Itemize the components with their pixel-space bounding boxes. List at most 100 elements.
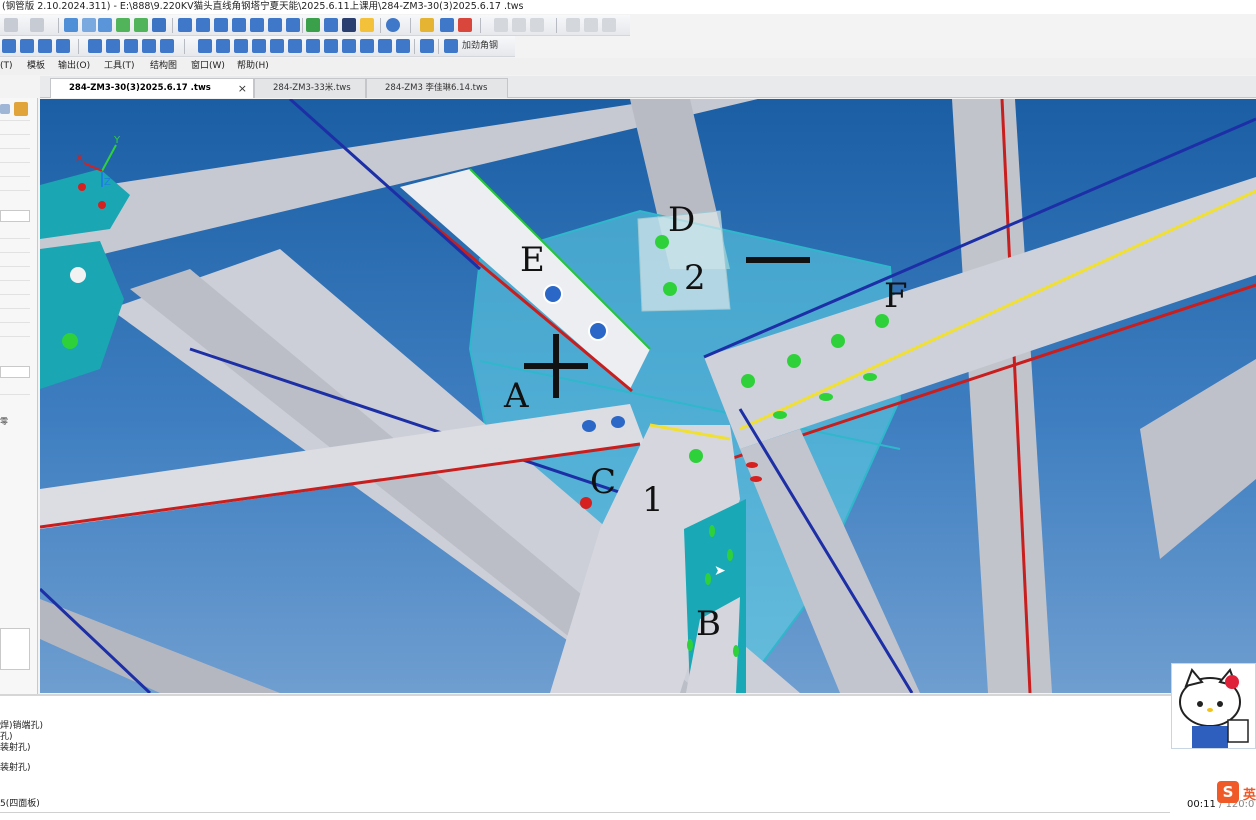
help-icon[interactable] [386,18,400,32]
output-panel: 焊)销端孔) 孔) 装射孔) 装射孔) 5(四面板) 00:11 / 120:0 [0,694,1256,820]
nav-first-icon[interactable] [494,18,508,32]
top-view-icon[interactable] [250,18,264,32]
layer-icon[interactable] [420,18,434,32]
shape-4-icon[interactable] [252,39,266,53]
axis-z-label: Z [104,177,111,188]
pencil-icon[interactable] [2,39,16,53]
minus-sign-mark [746,257,810,263]
left-joint-plate [40,241,124,389]
tab-284-zm3-lijialin[interactable]: 284-ZM3 李佳琳6.14.tws [366,78,508,98]
shape-7-icon[interactable] [306,39,320,53]
shape-1-icon[interactable] [198,39,212,53]
nav-next-icon[interactable] [530,18,544,32]
shape-3-icon[interactable] [234,39,248,53]
nav-prev-icon[interactable] [512,18,526,32]
tab-label: 284-ZM3-33米.tws [273,83,351,93]
shape-10-icon[interactable] [360,39,374,53]
shape-9-icon[interactable] [342,39,356,53]
rotate-icon[interactable] [134,18,148,32]
modeling-toolbar: 加劲角钢 [0,36,515,57]
axis-y-label: Y [114,135,121,146]
render-wire-icon[interactable] [324,18,338,32]
mouse-cursor-icon: ➤ [714,563,726,579]
status-view-mode: 5(四面板) [0,799,40,809]
shape-5-icon[interactable] [270,39,284,53]
output-line: 装射孔) [0,743,31,753]
extend-icon[interactable] [142,39,156,53]
shape-2-icon[interactable] [216,39,230,53]
zoom-window-icon[interactable] [82,18,96,32]
side-view-icon[interactable] [232,18,246,32]
menu-bar: (T) 模板 输出(O) 工具(T) 结构图 窗口(W) 帮助(H) [0,58,1256,75]
annotation-c: C [590,462,617,502]
zoom-icon[interactable] [98,18,112,32]
annotation-a: A [504,376,529,416]
bolt-mirror-icon[interactable] [602,18,616,32]
shape-11-icon[interactable] [378,39,392,53]
back-view-icon[interactable] [286,18,300,32]
tree-text-fragment: 零 [0,417,8,426]
plus-sign-mark-vertical [553,334,559,398]
menu-item-template[interactable]: 模板 [27,59,45,74]
tree-expand-icon[interactable] [0,104,10,114]
menu-item-structure[interactable]: 结构图 [150,59,177,74]
tab-label: 284-ZM3 李佳琳6.14.tws [385,83,488,93]
array-icon[interactable] [160,39,174,53]
bolt-right-icon[interactable] [584,18,598,32]
undo-icon[interactable] [4,18,18,32]
menu-item-output[interactable]: 输出(O) [58,59,90,74]
panel-icon[interactable] [420,39,434,53]
stiffener-angle-icon[interactable] [444,39,458,53]
stiffener-angle-button[interactable]: 加劲角钢 [462,38,498,54]
tab-284-zm3-33[interactable]: 284-ZM3-33米.tws [254,78,366,98]
menu-item-tools[interactable]: 工具(T) [104,59,135,74]
shape-8-icon[interactable] [324,39,338,53]
tab-284-zm3-30[interactable]: 284-ZM3-30(3)2025.6.17 .tws × [50,78,254,98]
split-icon[interactable] [106,39,120,53]
measure-icon[interactable] [152,18,166,32]
shape-12-icon[interactable] [396,39,410,53]
redo-icon[interactable] [30,18,44,32]
annotation-1: 1 [642,480,664,520]
window-title: (钢管版 2.10.2024.311) - E:\888\9.220KV猫头直线… [0,0,1256,14]
pan-icon[interactable] [116,18,130,32]
tab-label: 284-ZM3-30(3)2025.6.17 .tws [69,83,211,93]
view-icon[interactable] [196,18,210,32]
app-logo-icon: S [1217,781,1239,803]
shape-6-icon[interactable] [288,39,302,53]
main-toolbar [0,15,630,36]
highlight-icon[interactable] [360,18,374,32]
menu-item-help[interactable]: 帮助(H) [237,59,269,74]
right-vertical-member [952,99,1052,693]
filter-icon[interactable] [178,18,192,32]
output-line: 装射孔) [0,763,31,773]
model-tree-panel: 零 [0,98,38,694]
menu-item-window[interactable]: 窗口(W) [191,59,225,74]
annotation-e: E [520,240,545,280]
close-tab-icon[interactable]: × [238,79,247,98]
annotation-b: B [696,604,721,644]
bolt-left-icon[interactable] [566,18,580,32]
eraser-icon[interactable] [20,39,34,53]
render-hidden-icon[interactable] [342,18,356,32]
pick-tool-icon[interactable] [64,18,78,32]
menu-item-t[interactable]: (T) [0,59,13,74]
cut-icon[interactable] [124,39,138,53]
annotation-f: F [884,276,908,316]
iso-view-icon[interactable] [268,18,282,32]
dimension-icon[interactable] [440,18,454,32]
elapsed-time: 00:11 [1187,799,1216,810]
plate-icon[interactable] [56,39,70,53]
tree-settings-icon[interactable] [14,102,28,116]
tower-joint-3d-model [40,99,1256,693]
document-tabs: 284-ZM3-30(3)2025.6.17 .tws × 284-ZM3-33… [40,76,1256,98]
connect-icon[interactable] [88,39,102,53]
model-3d-viewport[interactable]: Y X Z D 2 E F A C 1 B ➤ [40,99,1256,693]
annotation-2: 2 [684,258,706,298]
mascot-avatar [1171,663,1256,749]
render-solid-icon[interactable] [306,18,320,32]
axis-triad: Y X Z [76,135,122,191]
front-view-icon[interactable] [214,18,228,32]
part-icon[interactable] [38,39,52,53]
warning-icon[interactable] [458,18,472,32]
